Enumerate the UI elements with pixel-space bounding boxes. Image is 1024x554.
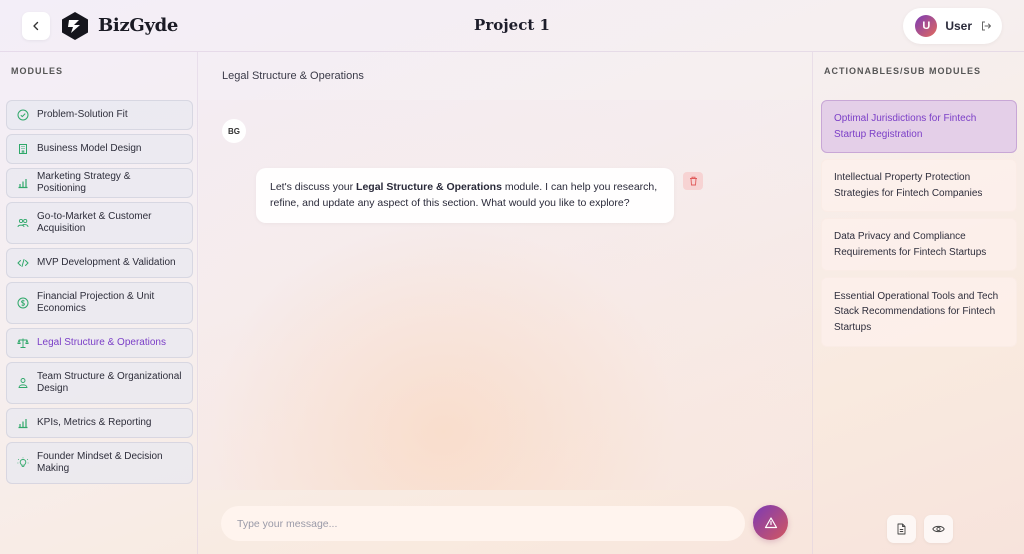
document-button[interactable] [887, 515, 916, 543]
code-icon [17, 257, 29, 269]
bot-message: Let's discuss your Legal Structure & Ope… [256, 168, 674, 223]
building-icon [17, 143, 29, 155]
team-icon [17, 377, 29, 389]
top-header: BizGyde Project 1 U User [0, 0, 1024, 52]
brand-name: BizGyde [98, 15, 179, 36]
module-label: Team Structure & Organizational Design [37, 371, 182, 394]
actionables-label: ACTIONABLES/SUB MODULES [824, 66, 982, 76]
message-composer [221, 505, 788, 541]
actionables-sidebar: ACTIONABLES/SUB MODULES Optimal Jurisdic… [812, 52, 1024, 554]
document-icon [897, 523, 906, 535]
avatar: U [915, 14, 938, 37]
module-label: Marketing Strategy & Positioning [37, 171, 131, 194]
logout-icon[interactable] [980, 20, 992, 32]
module-label: Problem-Solution Fit [37, 109, 128, 120]
scale-icon [17, 337, 29, 349]
users-icon [17, 217, 29, 229]
brand-logo[interactable]: BizGyde [60, 11, 178, 41]
module-label: Legal Structure & Operations [37, 337, 166, 348]
module-label: MVP Development & Validation [37, 257, 176, 268]
send-icon [764, 516, 777, 528]
bizgyde-logo-icon [62, 11, 88, 40]
module-item-founder-mindset[interactable]: Founder Mindset & Decision Making [6, 442, 193, 484]
module-item-business-model-design[interactable]: Business Model Design [6, 134, 193, 164]
trash-icon [689, 176, 697, 186]
module-item-legal-structure[interactable]: Legal Structure & Operations [6, 328, 193, 358]
bot-avatar: BG [222, 119, 246, 143]
eye-icon [932, 525, 945, 533]
module-label: Financial Projection & Unit Economics [37, 291, 155, 314]
actionable-label: Intellectual Property Protection Strateg… [834, 172, 983, 199]
module-label: Go-to-Market & Customer Acquisition [37, 211, 152, 234]
message-input[interactable] [221, 506, 745, 541]
module-label: Business Model Design [37, 143, 142, 154]
delete-message-button[interactable] [683, 172, 703, 190]
actionable-item-operational-tools[interactable]: Essential Operational Tools and Tech Sta… [821, 277, 1017, 347]
header-left: BizGyde [22, 11, 178, 41]
actionable-label: Essential Operational Tools and Tech Sta… [834, 290, 999, 333]
module-item-marketing-strategy[interactable]: Marketing Strategy & Positioning [6, 168, 193, 198]
message-text-pre: Let's discuss your [270, 181, 357, 193]
preview-button[interactable] [924, 515, 953, 543]
chat-messages[interactable] [199, 100, 811, 490]
back-button[interactable] [22, 11, 50, 40]
module-item-kpis-metrics[interactable]: KPIs, Metrics & Reporting [6, 408, 193, 438]
chevron-left-icon [33, 21, 39, 30]
send-button[interactable] [753, 505, 788, 540]
actionable-item-data-privacy[interactable]: Data Privacy and Compliance Requirements… [821, 218, 1017, 271]
bar-chart-icon [17, 417, 29, 429]
actionable-label: Optimal Jurisdictions for Fintech Startu… [834, 113, 977, 140]
module-item-go-to-market[interactable]: Go-to-Market & Customer Acquisition [6, 202, 193, 244]
actionable-item-jurisdictions[interactable]: Optimal Jurisdictions for Fintech Startu… [821, 100, 1017, 153]
user-menu[interactable]: U User [903, 7, 1002, 44]
module-item-financial-projection[interactable]: Financial Projection & Unit Economics [6, 282, 193, 324]
module-label: KPIs, Metrics & Reporting [37, 417, 152, 428]
modules-label: MODULES [11, 66, 63, 76]
actionable-item-ip-protection[interactable]: Intellectual Property Protection Strateg… [821, 159, 1017, 212]
bar-chart-icon [17, 177, 29, 189]
right-toolbar [887, 515, 953, 543]
check-circle-icon [17, 109, 29, 121]
dollar-icon [17, 297, 29, 309]
chat-panel: Legal Structure & Operations BG Let's di… [199, 52, 811, 554]
module-item-team-structure[interactable]: Team Structure & Organizational Design [6, 362, 193, 404]
module-item-mvp-development[interactable]: MVP Development & Validation [6, 248, 193, 278]
modules-sidebar: MODULES Problem-Solution Fit Business Mo… [0, 52, 198, 554]
chat-heading: Legal Structure & Operations [222, 70, 364, 82]
actionable-label: Data Privacy and Compliance Requirements… [834, 231, 987, 258]
message-text-bold: Legal Structure & Operations [356, 181, 502, 193]
user-name: User [945, 18, 972, 33]
module-item-problem-solution-fit[interactable]: Problem-Solution Fit [6, 100, 193, 130]
lightbulb-icon [17, 457, 29, 469]
module-label: Founder Mindset & Decision Making [37, 451, 163, 474]
